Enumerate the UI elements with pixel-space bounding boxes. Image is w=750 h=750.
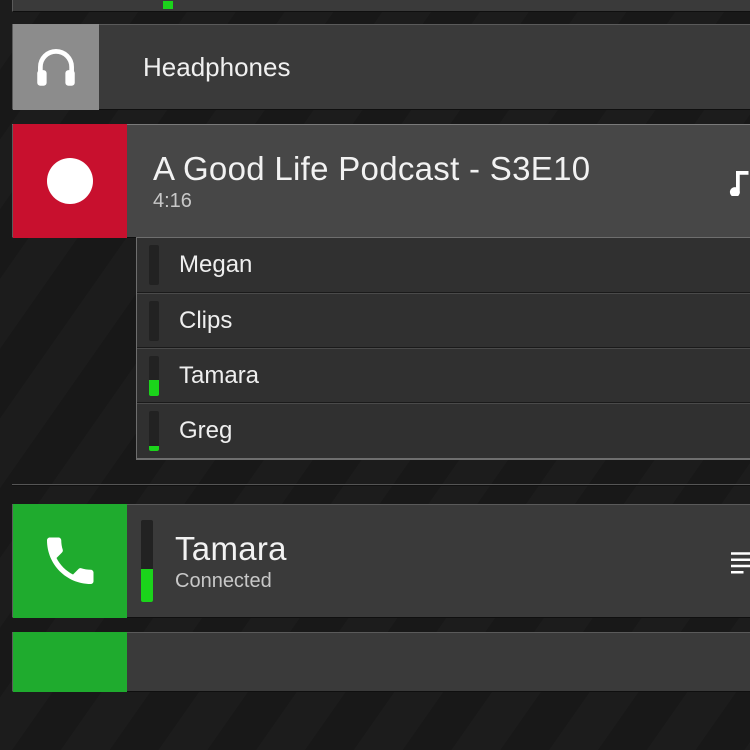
phone-tile[interactable]	[13, 504, 127, 618]
music-note-icon	[726, 166, 750, 196]
headphones-icon	[31, 42, 81, 92]
track-row[interactable]: Greg	[137, 403, 750, 458]
level-meter	[149, 411, 159, 451]
level-meter	[149, 356, 159, 396]
record-tile[interactable]	[13, 124, 127, 238]
level-meter	[149, 301, 159, 341]
track-row[interactable]: Tamara	[137, 348, 750, 403]
headphones-label: Headphones	[143, 52, 290, 83]
headphones-tile	[13, 24, 99, 110]
level-meter	[141, 520, 153, 602]
track-label: Clips	[179, 307, 232, 335]
headphones-row[interactable]: Headphones	[12, 24, 750, 110]
track-row[interactable]: Clips	[137, 293, 750, 348]
level-meter	[149, 245, 159, 285]
channel-row-partial-bottom[interactable]	[12, 632, 750, 692]
caller-name: Tamara	[175, 530, 287, 568]
record-icon	[47, 158, 93, 204]
caller-row[interactable]: Tamara Connected	[12, 504, 750, 618]
recording-time: 4:16	[153, 190, 590, 213]
recording-title: A Good Life Podcast - S3E10	[153, 150, 590, 188]
track-label: Tamara	[179, 362, 259, 390]
channel-row-partial-top[interactable]	[12, 0, 750, 12]
caller-status: Connected	[175, 570, 287, 593]
level-indicator	[163, 1, 173, 9]
phone-tile	[13, 632, 127, 692]
recording-tracks: Megan Clips Tamara Greg	[136, 237, 750, 460]
list-icon	[726, 546, 750, 576]
track-label: Greg	[179, 417, 232, 445]
section-divider	[12, 484, 750, 486]
phone-icon	[40, 531, 100, 591]
track-label: Megan	[179, 251, 252, 279]
recording-row[interactable]: A Good Life Podcast - S3E10 4:16	[12, 124, 750, 238]
track-row[interactable]: Megan	[137, 238, 750, 293]
